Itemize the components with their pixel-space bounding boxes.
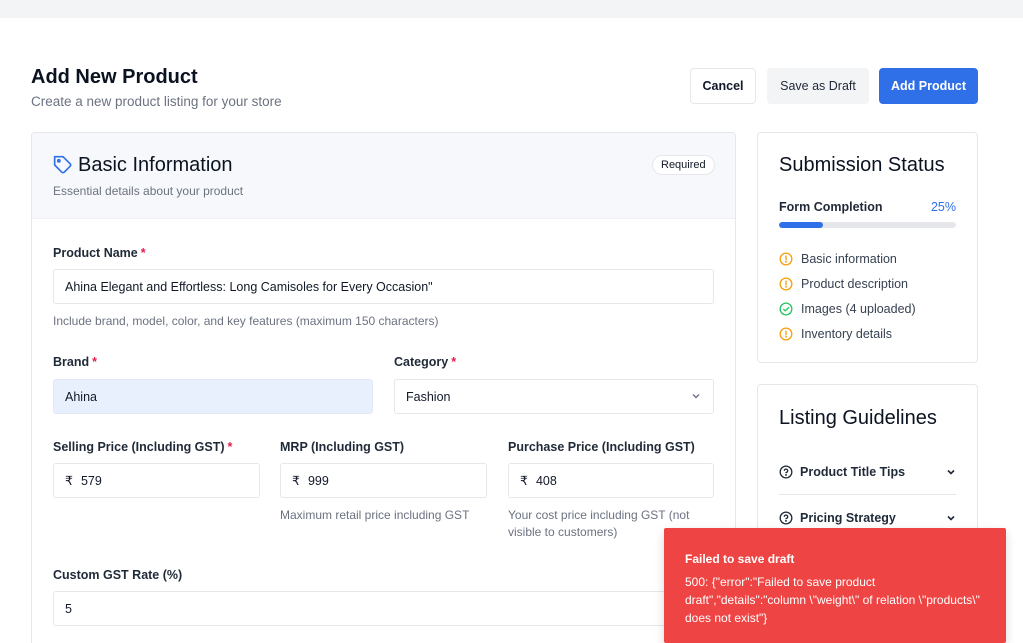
category-select[interactable]: Fashion (394, 379, 714, 414)
completion-progress-fill (779, 222, 824, 228)
mrp-hint: Maximum retail price including GST (280, 508, 470, 522)
toast-title: Failed to save draft (685, 552, 795, 566)
product-name-label-text: Product Name (53, 246, 138, 260)
completion-value: 25% (930, 200, 956, 214)
cancel-button[interactable]: Cancel (690, 68, 756, 104)
brand-label: Brand * (53, 355, 97, 369)
section-title: Basic Information (78, 154, 233, 176)
selling-price-label: Selling Price (Including GST) * (53, 440, 232, 454)
help-circle-icon (779, 511, 793, 525)
divider (779, 494, 956, 495)
status-item: Inventory details (779, 327, 892, 341)
product-name-value: Ahina Elegant and Effortless: Long Camis… (65, 279, 433, 294)
brand-value: Ahina (65, 389, 97, 404)
product-name-input[interactable]: Ahina Elegant and Effortless: Long Camis… (53, 269, 714, 304)
basic-information-card: Basic Information Essential details abou… (31, 132, 736, 643)
guidelines-title: Listing Guidelines (779, 407, 937, 429)
page-title: Add New Product (31, 66, 198, 88)
rupee-symbol: ₹ (292, 474, 300, 488)
submission-status-card: Submission Status Form Completion 25% Ba… (757, 132, 978, 363)
guideline-label: Product Title Tips (800, 465, 906, 479)
section-subtitle: Essential details about your product (53, 184, 244, 198)
guideline-label: Pricing Strategy (800, 511, 896, 525)
top-bar (0, 0, 1023, 18)
completion-label: Form Completion (779, 200, 883, 214)
required-mark: * (92, 355, 97, 369)
category-label: Category * (394, 355, 456, 369)
alert-circle-icon (779, 327, 793, 341)
rupee-symbol: ₹ (520, 474, 528, 488)
error-toast[interactable]: Failed to save draft 500: {"error":"Fail… (664, 528, 1006, 643)
product-name-label: Product Name * (53, 246, 146, 260)
gst-rate-label: Custom GST Rate (%) (53, 568, 183, 582)
mrp-label: MRP (Including GST) (280, 440, 405, 454)
category-label-text: Category (394, 355, 449, 369)
add-product-button[interactable]: Add Product (879, 68, 978, 104)
guideline-item-pricing-strategy[interactable]: Pricing Strategy (779, 507, 956, 529)
guideline-item-title-tips[interactable]: Product Title Tips (779, 461, 956, 483)
alert-circle-icon (779, 252, 793, 266)
status-item: Images (4 uploaded) (779, 302, 916, 316)
required-badge: Required (652, 155, 715, 175)
selling-price-value: 579 (80, 473, 102, 488)
chevron-down-icon (947, 515, 955, 521)
mrp-value: 999 (307, 473, 329, 488)
purchase-price-label: Purchase Price (Including GST) (508, 440, 695, 454)
help-circle-icon (779, 465, 793, 479)
card-header: Basic Information Essential details abou… (32, 133, 735, 219)
page-subtitle: Create a new product listing for your st… (31, 94, 282, 109)
status-item-label: Product description (801, 277, 909, 291)
required-mark: * (140, 246, 146, 260)
purchase-price-input[interactable]: ₹408 (508, 463, 714, 498)
save-draft-button[interactable]: Save as Draft (767, 68, 869, 104)
chevron-down-icon (692, 394, 700, 399)
alert-circle-icon (779, 277, 793, 291)
status-item: Product description (779, 277, 908, 291)
status-item: Basic information (779, 252, 897, 266)
brand-input[interactable]: Ahina (53, 379, 373, 414)
selling-price-input[interactable]: ₹579 (53, 463, 260, 498)
mrp-input[interactable]: ₹999 (280, 463, 487, 498)
status-title: Submission Status (779, 154, 945, 176)
purchase-price-value: 408 (535, 473, 557, 488)
required-mark: * (451, 355, 457, 369)
tag-icon (53, 155, 72, 174)
gst-rate-value: 5 (65, 601, 72, 616)
required-mark: * (227, 440, 233, 454)
product-name-hint: Include brand, model, color, and key fea… (53, 314, 439, 328)
toast-message: 500: {"error":"Failed to save product dr… (685, 575, 980, 625)
status-item-label: Basic information (801, 252, 897, 266)
completion-progress-bar (779, 222, 956, 228)
selling-price-label-text: Selling Price (Including GST) (53, 440, 225, 454)
status-item-label: Images (4 uploaded) (801, 302, 916, 316)
chevron-down-icon (947, 469, 955, 475)
check-circle-icon (779, 302, 793, 316)
brand-label-text: Brand (53, 355, 90, 369)
gst-rate-input[interactable]: 5 (53, 591, 714, 626)
category-value: Fashion (406, 389, 451, 404)
status-item-label: Inventory details (801, 327, 893, 341)
rupee-symbol: ₹ (65, 474, 73, 488)
